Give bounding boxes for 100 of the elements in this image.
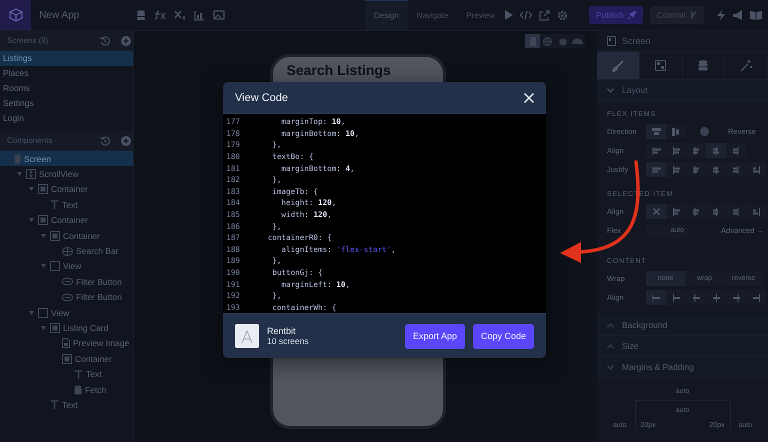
device-button[interactable] — [525, 34, 540, 48]
brush-icon — [612, 60, 624, 72]
chevron-icon — [607, 322, 614, 328]
code-icon[interactable] — [520, 10, 532, 20]
reverse-toggle[interactable] — [700, 127, 709, 136]
tree-item[interactable]: View — [0, 258, 133, 274]
chart-icon[interactable] — [194, 10, 205, 20]
align-option[interactable] — [646, 162, 666, 177]
mode-tab[interactable]: Preview — [457, 0, 504, 30]
caret-icon[interactable] — [41, 264, 46, 268]
play-icon[interactable] — [504, 10, 513, 20]
lightning-icon[interactable] — [717, 10, 725, 20]
text-icon — [50, 200, 59, 210]
tree-item-label: Container — [75, 354, 112, 364]
caret-icon[interactable] — [41, 234, 46, 238]
panel-title: Components — [7, 136, 54, 145]
tree-item-label: Filter Button — [76, 276, 122, 287]
close-icon[interactable] — [524, 92, 534, 102]
book-icon[interactable] — [750, 10, 762, 20]
direction-option[interactable] — [646, 124, 666, 139]
align-option[interactable] — [706, 143, 726, 158]
database-icon[interactable] — [136, 10, 146, 20]
image-icon[interactable] — [212, 10, 225, 20]
copy-code-button[interactable]: Copy Code — [472, 324, 534, 348]
search-bar-icon — [62, 246, 73, 256]
align-icon — [672, 146, 680, 154]
tree-item[interactable]: Container — [0, 228, 133, 244]
align-option[interactable] — [646, 290, 666, 305]
mode-tab[interactable]: Design — [364, 0, 408, 30]
tree-item[interactable]: Fetch — [0, 382, 133, 398]
android-icon — [572, 38, 583, 44]
tree-item[interactable]: Text — [0, 197, 133, 213]
section-title: Size — [622, 341, 639, 351]
chevron-icon — [607, 364, 614, 370]
screen-list-item[interactable]: Places — [0, 66, 133, 81]
tree-item[interactable]: View — [0, 304, 133, 320]
screen-list-item[interactable]: Listings — [0, 51, 133, 66]
tree-item[interactable]: Container — [0, 212, 133, 228]
tree-item[interactable]: Text — [0, 397, 133, 413]
text-icon — [74, 370, 83, 379]
align-icon — [712, 166, 720, 174]
mode-tab[interactable]: Navigate — [408, 0, 458, 30]
app-logo[interactable] — [0, 0, 32, 30]
section-title: Background — [622, 320, 668, 330]
screen-list-item[interactable]: Settings — [0, 96, 133, 111]
tree-item-label: View — [63, 261, 82, 272]
tree-item-label: Fetch — [85, 384, 106, 395]
align-icon — [672, 294, 680, 302]
tree-item[interactable]: Text — [0, 366, 133, 382]
align-icon — [732, 294, 740, 302]
align-icon — [692, 166, 700, 174]
tree-item-label: Search Bar — [76, 246, 119, 256]
container-icon — [38, 184, 48, 194]
caret-icon[interactable] — [41, 326, 46, 330]
tree-item[interactable]: Preview Image — [0, 336, 133, 352]
settings-icon[interactable] — [556, 10, 568, 20]
caret-icon[interactable] — [29, 187, 34, 192]
container-icon — [50, 322, 60, 333]
add-icon[interactable] — [121, 136, 131, 146]
tree-item[interactable]: Screen — [0, 151, 133, 166]
tree-item[interactable]: Container — [0, 351, 133, 366]
button-icon — [62, 278, 73, 286]
app-title: New App — [39, 10, 80, 20]
align-icon — [652, 146, 660, 154]
share-icon[interactable] — [538, 10, 550, 20]
function-icon[interactable] — [154, 10, 166, 20]
align-icon — [652, 294, 660, 302]
caret-icon[interactable] — [17, 172, 22, 176]
magic-wand-icon — [740, 60, 752, 72]
export-app-button[interactable]: Export App — [404, 324, 465, 348]
publish-button[interactable]: Publish — [588, 6, 643, 24]
inspector-title: Screen — [622, 36, 651, 46]
screen-list-item[interactable]: Login — [0, 111, 133, 126]
history-icon[interactable] — [100, 136, 110, 146]
megaphone-icon[interactable] — [732, 10, 743, 20]
rocket-icon — [628, 11, 636, 19]
align-icon — [692, 208, 700, 216]
tree-item[interactable]: Listing Card — [0, 320, 133, 336]
inspector-tab[interactable] — [597, 52, 640, 79]
dialog-title: View Code — [235, 92, 289, 104]
align-icon — [712, 146, 720, 154]
screen-list-item[interactable]: Rooms — [0, 81, 133, 96]
subscript-icon[interactable] — [174, 10, 186, 20]
tree-item[interactable]: Container — [0, 182, 133, 198]
add-icon[interactable] — [121, 36, 131, 46]
database-icon — [74, 384, 82, 395]
tree-item[interactable]: Filter Button — [0, 290, 133, 305]
tree-item[interactable]: Filter Button — [0, 274, 133, 290]
align-option[interactable] — [646, 204, 666, 219]
tree-item[interactable]: ScrollView — [0, 166, 133, 182]
tree-item-label: Container — [51, 184, 88, 194]
history-icon[interactable] — [100, 36, 110, 46]
caret-icon[interactable] — [29, 310, 34, 315]
view-icon — [38, 308, 48, 318]
chevron-icon — [607, 344, 614, 348]
apple-icon — [558, 36, 566, 46]
device-button[interactable] — [540, 34, 555, 48]
caret-icon[interactable] — [29, 218, 34, 222]
tree-item-label: Filter Button — [76, 292, 122, 302]
tree-item[interactable]: Search Bar — [0, 243, 133, 259]
